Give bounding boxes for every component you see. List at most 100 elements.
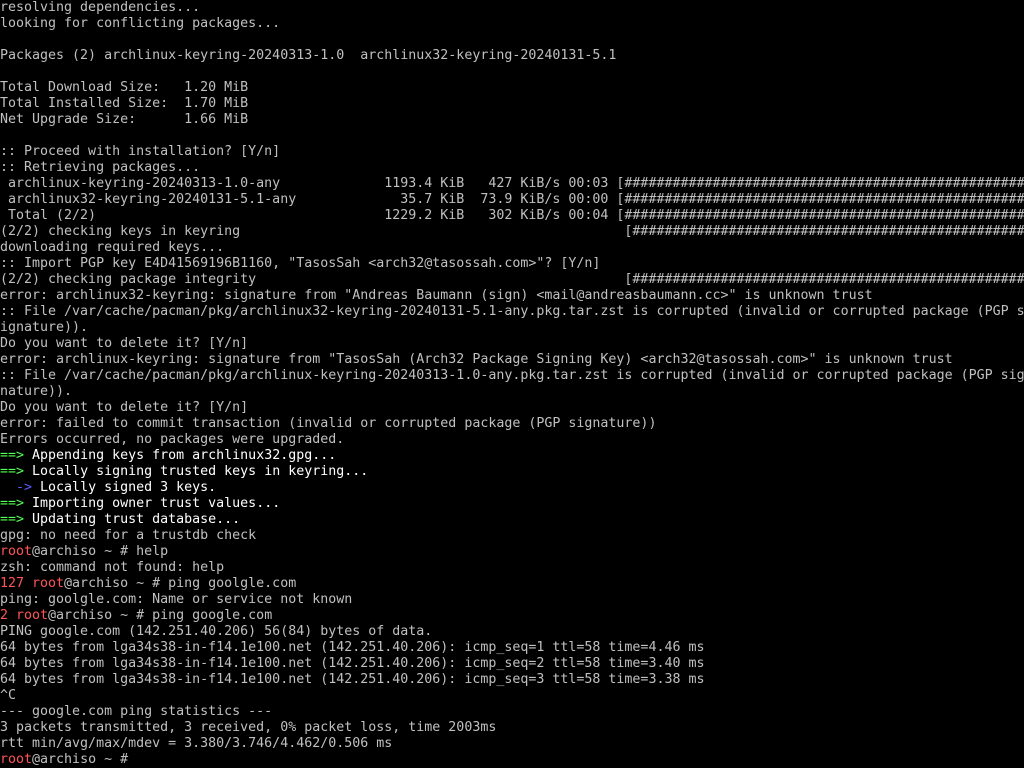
terminal-text: ==> [0, 448, 25, 463]
terminal-line: 64 bytes from lga34s38-in-f14.1e100.net … [0, 640, 1024, 656]
terminal-text: error: archlinux-keyring: signature from… [0, 352, 953, 367]
terminal-text: Net Upgrade Size: 1.66 MiB [0, 112, 249, 127]
terminal-text: ==> [0, 464, 25, 479]
terminal-line: ==> Locally signing trusted keys in keyr… [0, 464, 1024, 480]
terminal-text: :: File /var/cache/pacman/pkg/archlinux-… [0, 368, 1024, 383]
terminal-line: :: Proceed with installation? [Y/n] [0, 144, 1024, 160]
terminal-line: rtt min/avg/max/mdev = 3.380/3.746/4.462… [0, 736, 1024, 752]
terminal-text: 3 packets transmitted, 3 received, 0% pa… [0, 720, 497, 735]
terminal-line: Packages (2) archlinux-keyring-20240313-… [0, 48, 1024, 64]
terminal-line: PING google.com (142.251.40.206) 56(84) … [0, 624, 1024, 640]
terminal-line: (2/2) checking keys in keyring [########… [0, 224, 1024, 240]
terminal-text: @archiso ~ # help [32, 544, 169, 559]
terminal-text: (2/2) checking package integrity [######… [0, 272, 1024, 287]
terminal-line: ==> Importing owner trust values... [0, 496, 1024, 512]
terminal-text: --- google.com ping statistics --- [0, 704, 273, 719]
terminal-text: ==> [0, 496, 25, 511]
terminal-text: PING google.com (142.251.40.206) 56(84) … [0, 624, 433, 639]
terminal-line: ^C [0, 688, 1024, 704]
terminal-text: Total (2/2) 1229.2 KiB 302 KiB/s 00:04 [… [0, 208, 1024, 223]
terminal-line: root@archiso ~ # [0, 752, 1024, 768]
terminal-text: 64 bytes from lga34s38-in-f14.1e100.net … [0, 656, 705, 671]
terminal-line: archlinux32-keyring-20240131-5.1-any 35.… [0, 192, 1024, 208]
terminal-text: archlinux-keyring-20240313-1.0-any 1193.… [0, 176, 1024, 191]
terminal-text: error: archlinux32-keyring: signature fr… [0, 288, 873, 303]
terminal-line: error: failed to commit transaction (inv… [0, 416, 1024, 432]
terminal-text: Importing owner trust values... [24, 496, 281, 511]
terminal-line: --- google.com ping statistics --- [0, 704, 1024, 720]
terminal-text: zsh: command not found: help [0, 560, 225, 575]
terminal-text: Appending keys from archlinux32.gpg... [24, 448, 337, 463]
terminal-line: 2 root@archiso ~ # ping google.com [0, 608, 1024, 624]
terminal-line: Total Installed Size: 1.70 MiB [0, 96, 1024, 112]
terminal-text: Updating trust database... [24, 512, 241, 527]
terminal-line: zsh: command not found: help [0, 560, 1024, 576]
terminal-text: error: failed to commit transaction (inv… [0, 416, 657, 431]
terminal-text: @archiso ~ # [32, 752, 137, 767]
terminal-text: Do you want to delete it? [Y/n] [0, 400, 249, 415]
terminal-text: root [0, 752, 33, 767]
terminal-text: @archiso ~ # ping goolgle.com [64, 576, 297, 591]
terminal-line: 127 root@archiso ~ # ping goolgle.com [0, 576, 1024, 592]
terminal-text: Do you want to delete it? [Y/n] [0, 336, 249, 351]
terminal-window[interactable]: resolving dependencies... looking for con… [0, 0, 1024, 768]
terminal-text: :: Retrieving packages... [0, 160, 201, 175]
terminal-text: Locally signed 3 keys. [32, 480, 217, 495]
terminal-line: gpg: no need for a trustdb check [0, 528, 1024, 544]
terminal-text: nature)). [0, 384, 73, 399]
terminal-text: :: Proceed with installation? [Y/n] [0, 144, 281, 159]
terminal-line: Errors occurred, no packages were upgrad… [0, 432, 1024, 448]
terminal-line: ==> Appending keys from archlinux32.gpg.… [0, 448, 1024, 464]
terminal-line: Net Upgrade Size: 1.66 MiB [0, 112, 1024, 128]
terminal-text: ^C [0, 688, 17, 703]
terminal-text: (2/2) checking keys in keyring [########… [0, 224, 1024, 239]
terminal-line: :: Retrieving packages... [0, 160, 1024, 176]
terminal-text: 64 bytes from lga34s38-in-f14.1e100.net … [0, 640, 705, 655]
terminal-text: root [0, 544, 33, 559]
terminal-line: ping: goolgle.com: Name or service not k… [0, 592, 1024, 608]
terminal-text: ignature)). [0, 320, 89, 335]
terminal-line: 64 bytes from lga34s38-in-f14.1e100.net … [0, 672, 1024, 688]
terminal-line: (2/2) checking package integrity [######… [0, 272, 1024, 288]
terminal-line: Do you want to delete it? [Y/n] [0, 400, 1024, 416]
terminal-line: Do you want to delete it? [Y/n] [0, 336, 1024, 352]
terminal-line: Total (2/2) 1229.2 KiB 302 KiB/s 00:04 [… [0, 208, 1024, 224]
terminal-line: looking for conflicting packages... [0, 16, 1024, 32]
terminal-text: gpg: no need for a trustdb check [0, 528, 257, 543]
terminal-text: looking for conflicting packages... [0, 16, 281, 31]
terminal-line: 64 bytes from lga34s38-in-f14.1e100.net … [0, 656, 1024, 672]
terminal-text: rtt min/avg/max/mdev = 3.380/3.746/4.462… [0, 736, 393, 751]
terminal-line: -> Locally signed 3 keys. [0, 480, 1024, 496]
terminal-text: 64 bytes from lga34s38-in-f14.1e100.net … [0, 672, 705, 687]
terminal-line: :: File /var/cache/pacman/pkg/archlinux-… [0, 368, 1024, 384]
terminal-line: error: archlinux-keyring: signature from… [0, 352, 1024, 368]
terminal-text: Total Download Size: 1.20 MiB [0, 80, 249, 95]
terminal-line: ignature)). [0, 320, 1024, 336]
terminal-line: :: Import PGP key E4D41569196B1160, "Tas… [0, 256, 1024, 272]
terminal-line: Total Download Size: 1.20 MiB [0, 80, 1024, 96]
terminal-line: 3 packets transmitted, 3 received, 0% pa… [0, 720, 1024, 736]
terminal-text: archlinux32-keyring-20240131-5.1-any 35.… [0, 192, 1024, 207]
terminal-text: downloading required keys... [0, 240, 225, 255]
terminal-text: @archiso ~ # ping google.com [48, 608, 273, 623]
terminal-text: :: Import PGP key E4D41569196B1160, "Tas… [0, 256, 601, 271]
terminal-line: ==> Updating trust database... [0, 512, 1024, 528]
terminal-line: error: archlinux32-keyring: signature fr… [0, 288, 1024, 304]
terminal-line: resolving dependencies... [0, 0, 1024, 16]
terminal-text: Total Installed Size: 1.70 MiB [0, 96, 249, 111]
terminal-text: ==> [0, 512, 25, 527]
terminal-text: Errors occurred, no packages were upgrad… [0, 432, 345, 447]
terminal-text: :: File /var/cache/pacman/pkg/archlinux3… [0, 304, 1024, 319]
terminal-text: resolving dependencies... [0, 0, 201, 15]
terminal-text: 127 root [0, 576, 65, 591]
terminal-text: 2 root [0, 608, 49, 623]
terminal-line: :: File /var/cache/pacman/pkg/archlinux3… [0, 304, 1024, 320]
terminal-line: downloading required keys... [0, 240, 1024, 256]
terminal-line: archlinux-keyring-20240313-1.0-any 1193.… [0, 176, 1024, 192]
terminal-line: root@archiso ~ # help [0, 544, 1024, 560]
terminal-text: Locally signing trusted keys in keyring.… [24, 464, 369, 479]
terminal-text: ping: goolgle.com: Name or service not k… [0, 592, 353, 607]
